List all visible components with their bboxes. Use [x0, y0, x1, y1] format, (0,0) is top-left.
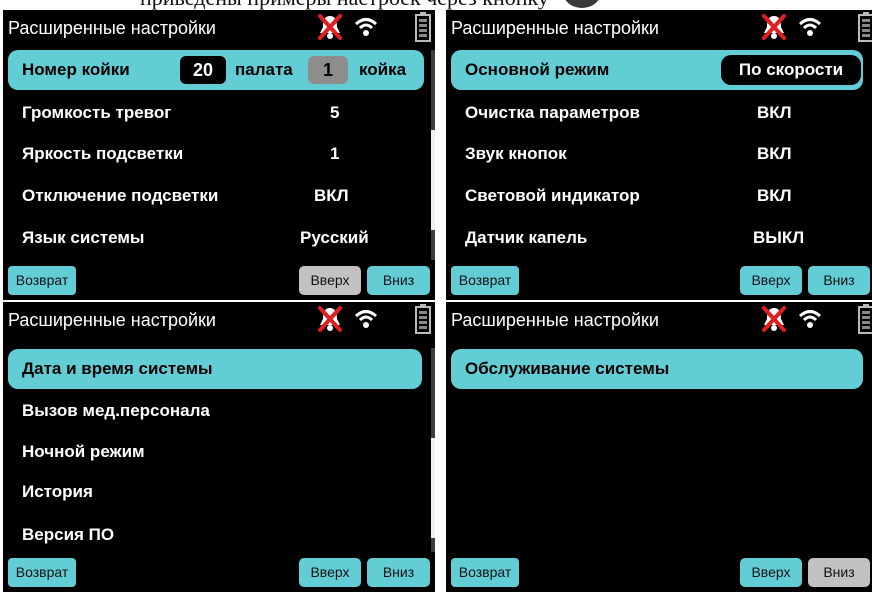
- room-label: палата: [235, 60, 293, 79]
- caption-circle-icon: [563, 0, 601, 8]
- screen-title: Расширенные настройки: [8, 18, 216, 38]
- up-button[interactable]: Вверх: [299, 266, 361, 295]
- scrollbar-thumb[interactable]: [431, 438, 435, 538]
- menu-item-main-mode[interactable]: Основной режим По скорости: [451, 50, 863, 90]
- back-button[interactable]: Возврат: [8, 266, 76, 295]
- menu-item-label: Язык системы: [22, 228, 145, 247]
- status-bar: Расширенные настройки: [3, 302, 435, 336]
- screen-title: Расширенные настройки: [451, 18, 659, 38]
- wifi-icon: [798, 310, 822, 328]
- up-button[interactable]: Вверх: [299, 558, 361, 587]
- alarm-off-icon: [318, 14, 342, 40]
- settings-screen-2: Расширенные настройки Основной режим По …: [446, 10, 872, 300]
- room-number-field[interactable]: 20: [180, 56, 226, 84]
- status-bar: Расширенные настройки: [446, 10, 872, 44]
- menu-item-backlight-off[interactable]: Отключение подсветки ВКЛ: [8, 176, 424, 216]
- caption-text: приведены примеры настроек через кнопку: [140, 0, 549, 10]
- menu-item-value: 1: [330, 144, 340, 163]
- main-mode-value[interactable]: По скорости: [721, 55, 861, 85]
- menu-item-value: ВКЛ: [757, 103, 792, 122]
- wifi-icon: [354, 18, 378, 36]
- menu-item-label: Обслуживание системы: [465, 359, 670, 378]
- menu-item-value: ВКЛ: [314, 186, 349, 205]
- menu-item-value: ВКЛ: [757, 186, 792, 205]
- menu-item-label: Яркость подсветки: [22, 144, 184, 163]
- menu-item-button-sound[interactable]: Звук кнопок ВКЛ: [451, 134, 863, 174]
- menu-item-bed-number[interactable]: Номер койки 20 палата 1 койка: [8, 50, 424, 90]
- menu-item-label: Громкость тревог: [22, 103, 172, 122]
- wifi-icon: [354, 310, 378, 328]
- menu-item-backlight-brightness[interactable]: Яркость подсветки 1: [8, 134, 424, 174]
- screen-title: Расширенные настройки: [8, 310, 216, 330]
- status-bar: Расширенные настройки: [3, 10, 435, 44]
- scrollbar[interactable]: [431, 50, 435, 260]
- menu-item-system-datetime[interactable]: Дата и время системы: [8, 349, 422, 389]
- settings-screen-4: Расширенные настройки Обслуживание систе…: [446, 302, 872, 592]
- menu-item-label: История: [22, 482, 93, 501]
- back-button[interactable]: Возврат: [451, 266, 519, 295]
- menu-item-history[interactable]: История: [8, 472, 424, 512]
- down-button[interactable]: Вниз: [367, 558, 430, 587]
- alarm-off-icon: [762, 306, 786, 332]
- menu-item-label: Версия ПО: [22, 525, 115, 544]
- up-button[interactable]: Вверх: [740, 266, 802, 295]
- status-bar: Расширенные настройки: [446, 302, 872, 336]
- menu-item-label: Датчик капель: [465, 228, 588, 247]
- back-button[interactable]: Возврат: [451, 558, 519, 587]
- menu-item-software-version[interactable]: Версия ПО: [8, 515, 424, 555]
- menu-item-label: Номер койки: [22, 60, 130, 79]
- menu-item-nurse-call[interactable]: Вызов мед.персонала: [8, 391, 424, 431]
- menu-item-alarm-volume[interactable]: Громкость тревог 5: [8, 93, 424, 133]
- menu-item-label: Вызов мед.персонала: [22, 401, 210, 420]
- menu-item-label: Световой индикатор: [465, 186, 640, 205]
- up-button[interactable]: Вверх: [740, 558, 802, 587]
- bottom-bar: Возврат Вверх Вниз: [3, 260, 435, 300]
- menu-item-drop-sensor[interactable]: Датчик капель ВЫКЛ: [451, 218, 863, 258]
- bottom-bar: Возврат Вверх Вниз: [3, 552, 435, 592]
- down-button[interactable]: Вниз: [808, 266, 870, 295]
- alarm-off-icon: [318, 306, 342, 332]
- bed-label: койка: [359, 60, 407, 79]
- menu-item-system-maintenance[interactable]: Обслуживание системы: [451, 349, 863, 389]
- scrollbar[interactable]: [431, 348, 435, 552]
- settings-screen-1: Расширенные настройки Номер койки 20 пал…: [3, 10, 435, 300]
- scrollbar-thumb[interactable]: [431, 130, 435, 230]
- battery-icon: [415, 12, 431, 42]
- alarm-off-icon: [762, 14, 786, 40]
- menu-item-label: Очистка параметров: [465, 103, 640, 122]
- menu-item-value: ВКЛ: [757, 144, 792, 163]
- settings-screen-3: Расширенные настройки Дата и время систе…: [3, 302, 435, 592]
- menu-item-value: 5: [330, 103, 340, 122]
- caption-strip: приведены примеры настроек через кнопку: [0, 0, 872, 10]
- menu-item-system-language[interactable]: Язык системы Русский: [8, 218, 424, 258]
- menu-item-label: Отключение подсветки: [22, 186, 219, 205]
- down-button[interactable]: Вниз: [367, 266, 430, 295]
- battery-icon: [858, 12, 872, 42]
- menu-item-night-mode[interactable]: Ночной режим: [8, 432, 424, 472]
- menu-item-value: Русский: [300, 228, 369, 247]
- battery-icon: [415, 304, 431, 334]
- bottom-bar: Возврат Вверх Вниз: [446, 260, 872, 300]
- menu-item-label: Основной режим: [465, 60, 610, 79]
- back-button[interactable]: Возврат: [8, 558, 76, 587]
- bed-number-field[interactable]: 1: [308, 56, 348, 84]
- battery-icon: [858, 304, 872, 334]
- bottom-bar: Возврат Вверх Вниз: [446, 552, 872, 592]
- down-button[interactable]: Вниз: [808, 558, 870, 587]
- wifi-icon: [798, 18, 822, 36]
- menu-item-label: Ночной режим: [22, 442, 145, 461]
- menu-item-label: Дата и время системы: [22, 359, 213, 378]
- menu-item-value: ВЫКЛ: [753, 228, 805, 247]
- menu-item-label: Звук кнопок: [465, 144, 567, 163]
- menu-item-clear-parameters[interactable]: Очистка параметров ВКЛ: [451, 93, 863, 133]
- menu-item-light-indicator[interactable]: Световой индикатор ВКЛ: [451, 176, 863, 216]
- screen-title: Расширенные настройки: [451, 310, 659, 330]
